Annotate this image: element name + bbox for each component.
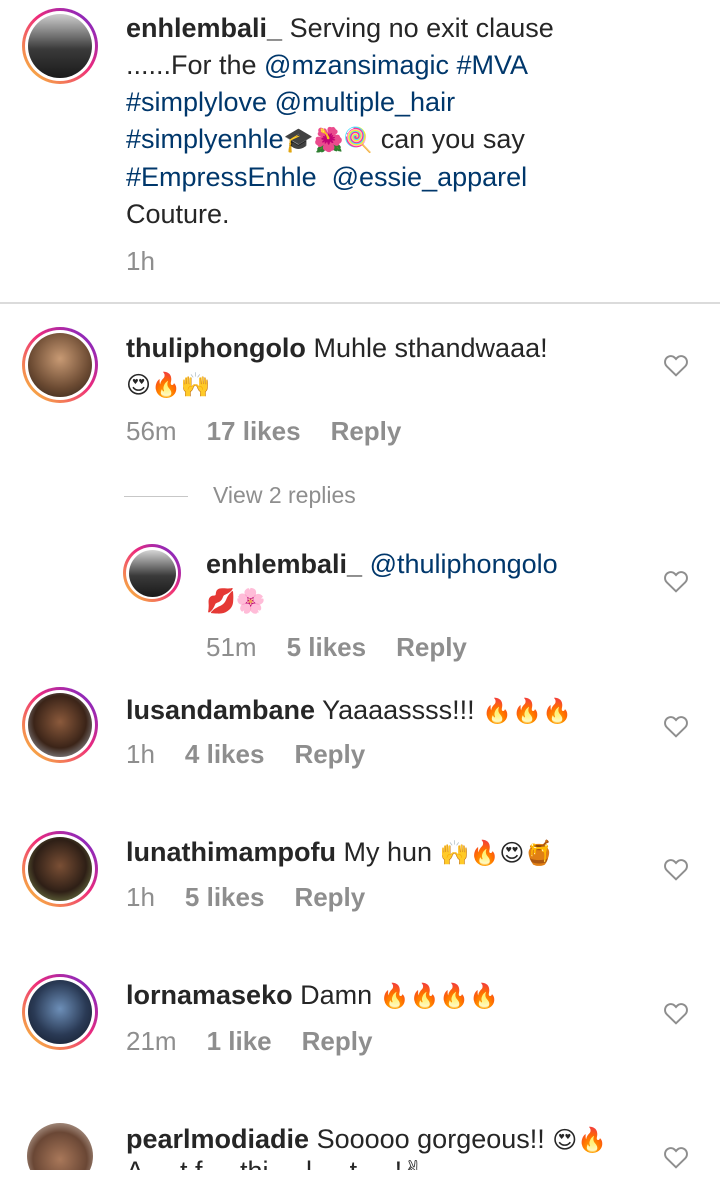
emoji-group: 🔥🔥🔥 bbox=[482, 697, 572, 725]
mention-link[interactable]: @thuliphongolo bbox=[370, 549, 558, 579]
comment-username[interactable]: lusandambane bbox=[126, 695, 315, 725]
mention-link[interactable]: @mzansimagic bbox=[264, 50, 449, 80]
comment-avatar[interactable] bbox=[22, 327, 98, 403]
reply-meta: 51m 5 likes Reply bbox=[206, 632, 497, 663]
hashtag-link[interactable]: #EmpressEnhle bbox=[126, 162, 317, 192]
heart-outline-icon[interactable] bbox=[663, 1145, 689, 1169]
heart-outline-icon[interactable] bbox=[663, 569, 689, 593]
comment-text: lunathimampofu My hun 🙌🔥😍🍯 bbox=[126, 837, 555, 867]
likes-count[interactable]: 4 likes bbox=[185, 739, 265, 769]
caption-divider bbox=[0, 302, 720, 304]
likes-count[interactable]: 5 likes bbox=[287, 632, 367, 662]
heart-outline-icon[interactable] bbox=[663, 1001, 689, 1025]
emoji-group: 🙌🔥😍🍯 bbox=[439, 839, 555, 867]
comment-avatar[interactable] bbox=[22, 687, 98, 763]
reply-button[interactable]: Reply bbox=[294, 739, 365, 769]
mention-link[interactable]: @multiple_hair bbox=[275, 87, 455, 117]
emoji-group: 🔥🔥🔥🔥 bbox=[379, 982, 500, 1010]
comment-username[interactable]: pearlmodiadie bbox=[126, 1124, 309, 1154]
comment-time: 56m bbox=[126, 416, 177, 446]
comment-text: lornamaseko Damn 🔥🔥🔥🔥 bbox=[126, 980, 500, 1010]
hashtag-link[interactable]: #simplylove bbox=[126, 87, 267, 117]
likes-count[interactable]: 5 likes bbox=[185, 882, 265, 912]
comment-meta: 1h 4 likes Reply bbox=[126, 739, 395, 770]
emoji-group: 🎓🌺🍭 bbox=[283, 126, 374, 154]
view-replies-line bbox=[124, 496, 188, 497]
caption-avatar[interactable] bbox=[22, 8, 98, 84]
caption-time: 1h bbox=[126, 246, 155, 276]
reply-button[interactable]: Reply bbox=[331, 416, 402, 446]
heart-outline-icon[interactable] bbox=[663, 857, 689, 881]
reply-button[interactable]: Reply bbox=[302, 1026, 373, 1056]
comment-meta: 56m 17 likes Reply bbox=[126, 416, 431, 447]
hashtag-link[interactable]: #simplyenhle bbox=[126, 124, 284, 154]
view-replies-button[interactable]: View 2 replies bbox=[213, 482, 356, 509]
comment-meta: 1h 5 likes Reply bbox=[126, 882, 395, 913]
likes-count[interactable]: 17 likes bbox=[207, 416, 301, 446]
comment-time: 1h bbox=[126, 739, 155, 769]
caption-text: enhlembali_ Serving no exit clause .....… bbox=[126, 13, 554, 229]
reply-username[interactable]: enhlembali_ bbox=[206, 549, 362, 579]
comment-avatar[interactable] bbox=[22, 831, 98, 907]
caption-username[interactable]: enhlembali_ bbox=[126, 13, 282, 43]
emoji-group: 😍🔥 bbox=[552, 1126, 608, 1154]
emoji-group: 😍🔥🙌 bbox=[126, 371, 211, 399]
comment-text: lusandambane Yaaaassss!!! 🔥🔥🔥 bbox=[126, 695, 572, 725]
mention-link[interactable]: @essie_apparel bbox=[332, 162, 528, 192]
reply-button[interactable]: Reply bbox=[396, 632, 467, 662]
comment-meta: 21m 1 like Reply bbox=[126, 1026, 402, 1057]
comment-avatar[interactable] bbox=[22, 974, 98, 1050]
comment-username[interactable]: lornamaseko bbox=[126, 980, 293, 1010]
comment-username[interactable]: thuliphongolo bbox=[126, 333, 306, 363]
reply-button[interactable]: Reply bbox=[294, 882, 365, 912]
heart-outline-icon[interactable] bbox=[663, 714, 689, 738]
comment-time: 21m bbox=[126, 1026, 177, 1056]
hashtag-link[interactable]: #MVA bbox=[457, 50, 529, 80]
heart-outline-icon[interactable] bbox=[663, 353, 689, 377]
reply-text: enhlembali_ @thuliphongolo 💋🌸 bbox=[206, 546, 646, 620]
emoji-group: 💋🌸 bbox=[206, 587, 266, 615]
likes-count[interactable]: 1 like bbox=[207, 1026, 272, 1056]
comment-username[interactable]: lunathimampofu bbox=[126, 837, 336, 867]
comment-text: thuliphongolo Muhle sthandwaaa! 😍🔥🙌 bbox=[126, 330, 646, 404]
reply-avatar[interactable] bbox=[123, 544, 181, 602]
bottom-clip bbox=[0, 1170, 720, 1190]
reply-time: 51m bbox=[206, 632, 257, 662]
comment-time: 1h bbox=[126, 882, 155, 912]
